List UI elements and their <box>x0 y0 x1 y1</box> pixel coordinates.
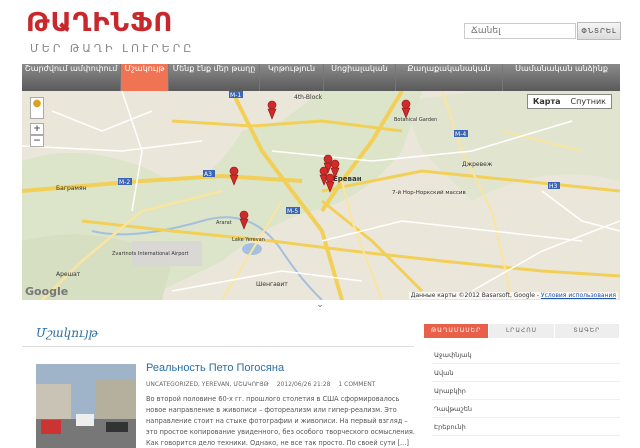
neighborhood-map[interactable]: M-1 M-4 M-2 M-5 H3 A3 4th-Block Botanica… <box>22 91 620 300</box>
map-label-m4: M-4 <box>455 131 466 138</box>
tab-tags[interactable]: ՏԱԳԵՐ <box>554 324 620 338</box>
nav-item-neighborhood[interactable]: Մենք էնք մեր թաղը <box>169 64 260 91</box>
nav-item-culture[interactable]: Մշակույթ <box>121 64 169 91</box>
search-button[interactable]: ՓՆՏՐԵԼ <box>577 22 621 40</box>
logo-title: ԹԱՂԻՆՖՈ <box>26 8 174 38</box>
map-label-4th-block: 4th-Block <box>294 94 323 101</box>
google-logo: Google <box>25 285 69 298</box>
post-title-link[interactable]: Реальность Пето Погосяна <box>146 362 284 374</box>
post-date: 2012/06/26 21:28 <box>276 381 331 388</box>
map-label-aresh: Арешат <box>56 271 81 278</box>
street-view-pegman-icon[interactable]: ● <box>30 97 44 119</box>
map-label-m5: M-5 <box>287 208 298 215</box>
main-navigation: Շարժվում ամփոփում Մշակույթ Մենք էնք մեր … <box>22 64 620 91</box>
neighborhood-list: Աջափնյակ Ավան Արաբկիր Դավթաշեն Էրեբունի <box>432 346 620 436</box>
nav-item-politics[interactable]: Քաղաքականական <box>396 64 503 91</box>
nav-item-education[interactable]: Կրթություն <box>260 64 324 91</box>
map-label-ararat: Ararat <box>216 220 232 226</box>
tab-news[interactable]: ԼՐԱՀՈՍ <box>489 324 555 338</box>
search-input[interactable] <box>464 23 576 39</box>
map-label-dzhrvezh: Джревеж <box>462 161 493 168</box>
map-copyright: Данные карты ©2012 Basarsoft, Google - У… <box>408 292 618 299</box>
post-comments-link[interactable]: 1 COMMENT <box>338 381 375 388</box>
map-type-switch: Карта Спутник <box>526 94 612 109</box>
map-type-map-button[interactable]: Карта <box>528 95 566 108</box>
nav-item-persons[interactable]: Սամանական անձինք <box>503 64 620 91</box>
post-meta: UNCATEGORIZED, YEREVAN, ՄՇԱԿՈՒՅԹ 2012/06… <box>146 381 381 388</box>
post-excerpt: Во второй половине 60-х гг. прошлого сто… <box>146 395 415 447</box>
section-divider <box>22 346 414 347</box>
nav-item-social[interactable]: Սոցիալական <box>324 64 396 91</box>
zoom-in-button[interactable]: + <box>30 123 44 135</box>
map-label-nork: 7-й Нор-Норкский массив <box>392 189 466 196</box>
map-label-yerevan: Ереван <box>333 175 362 183</box>
site-header: ԹԱՂԻՆՖՈ ՄԵՐ ԹԱՂԻ ԼՈՒՐԵՐԸ ՓՆՏՐԵԼ <box>0 0 640 62</box>
sidebar-tabs: ԹԱՂԱՄԱՍԵՐ ԼՐԱՀՈՍ ՏԱԳԵՐ <box>424 324 620 338</box>
section-title: Մշակույթ <box>36 326 99 340</box>
map-terms-link[interactable]: Условия использования <box>541 292 616 299</box>
list-item[interactable]: Դավթաշեն <box>432 400 620 418</box>
map-label-a3: A3 <box>204 171 212 178</box>
map-type-satellite-button[interactable]: Спутник <box>566 95 611 108</box>
map-label-botanic: Botanical Garden <box>394 117 437 123</box>
map-label-m2: M-2 <box>119 179 130 186</box>
map-label-h3: H3 <box>549 183 558 190</box>
map-collapse-chevron-icon[interactable]: ⌄ <box>314 300 326 310</box>
zoom-out-button[interactable]: − <box>30 135 44 147</box>
post-categories[interactable]: UNCATEGORIZED, YEREVAN, ՄՇԱԿՈՒՅԹ <box>146 381 269 388</box>
list-item[interactable]: Ավան <box>432 364 620 382</box>
map-label-airport: Zvartnots International Airport <box>112 251 189 257</box>
tab-neighborhoods[interactable]: ԹԱՂԱՄԱՍԵՐ <box>424 324 490 338</box>
list-item[interactable]: Էրեբունի <box>432 418 620 436</box>
nav-item-summary[interactable]: Շարժվում ամփոփում <box>22 64 121 91</box>
list-item[interactable]: Արաբկիր <box>432 382 620 400</box>
site-logo[interactable]: ԹԱՂԻՆՖՈ ՄԵՐ ԹԱՂԻ ԼՈՒՐԵՐԸ <box>26 8 191 58</box>
thumbnail-image <box>36 364 136 448</box>
map-canvas: M-1 M-4 M-2 M-5 H3 A3 4th-Block Botanica… <box>22 91 620 300</box>
list-item[interactable]: Աջափնյակ <box>432 346 620 364</box>
map-zoom-controls: ● + − <box>30 97 44 147</box>
map-label-m1: M-1 <box>230 92 241 99</box>
map-copyright-text: Данные карты ©2012 Basarsoft, Google - <box>410 292 541 299</box>
map-label-bagramyan: Баграмян <box>56 185 87 192</box>
map-label-shengavit: Шенгавит <box>256 281 288 288</box>
post-thumbnail[interactable] <box>36 364 136 448</box>
content-area: Մշակույթ Реальность Пето Погосяна UNCATE… <box>22 318 620 448</box>
logo-subtitle: ՄԵՐ ԹԱՂԻ ԼՈՒՐԵՐԸ <box>30 42 195 55</box>
map-label-lake: Lake Yerevan <box>232 237 265 243</box>
